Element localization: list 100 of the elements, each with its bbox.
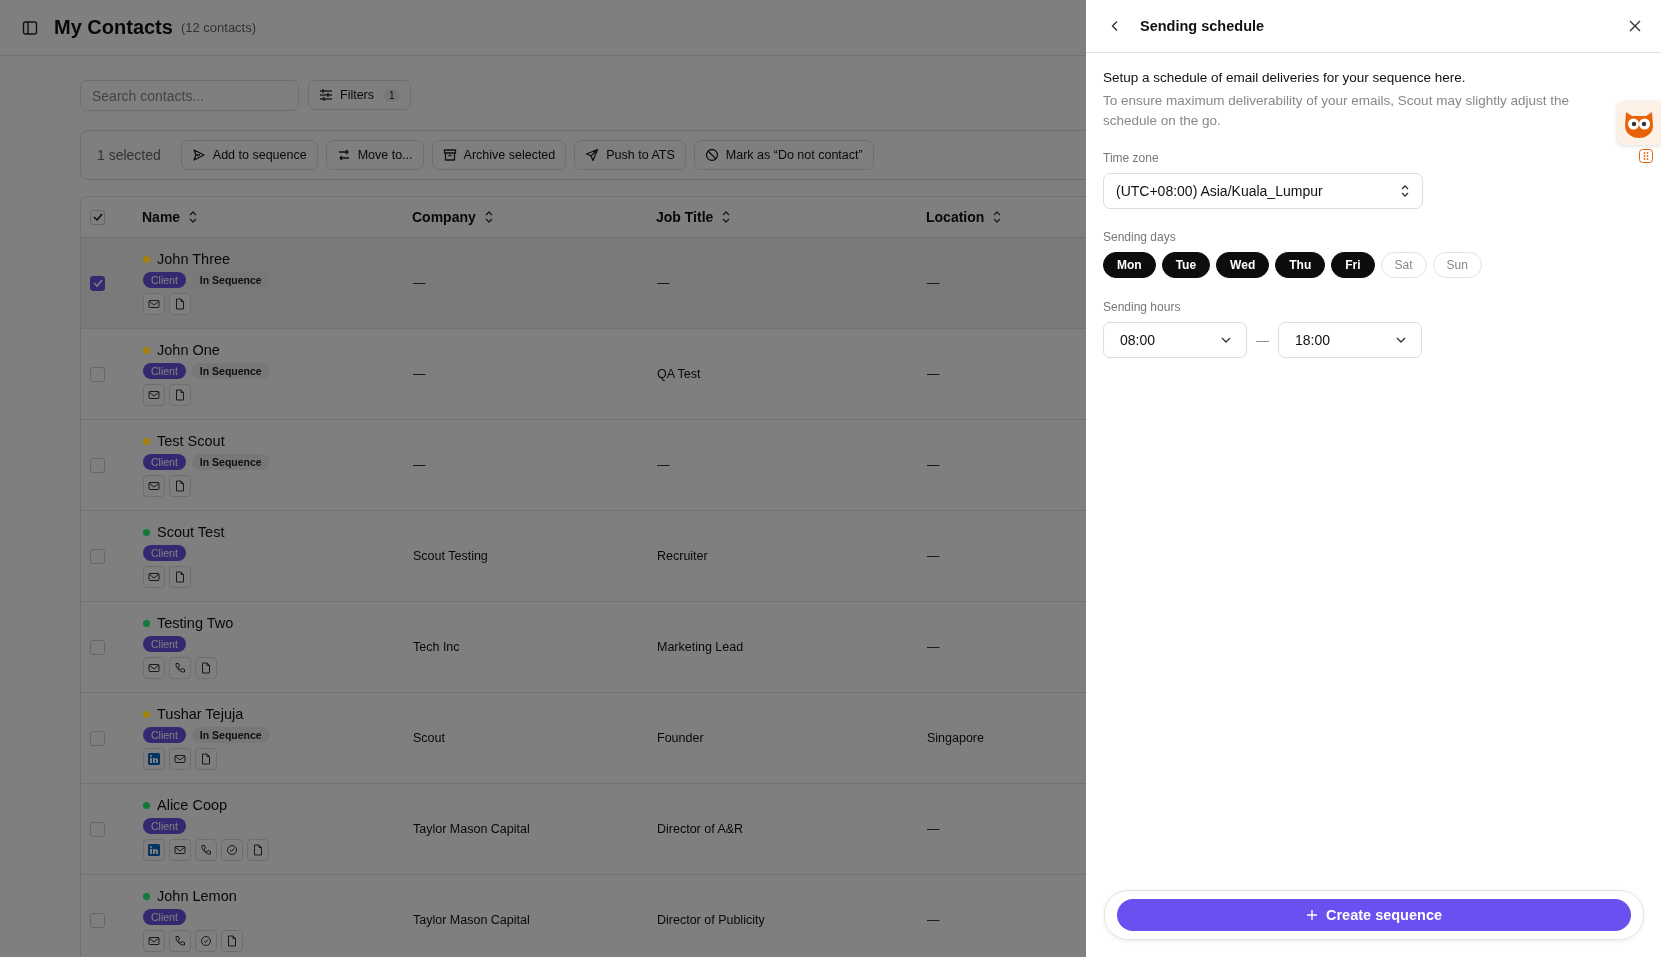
job-title-text: Recruiter [657,549,708,563]
client-tag: Client [143,636,186,652]
location-text: — [927,549,940,563]
contact-name[interactable]: Test Scout [157,433,225,449]
day-toggle[interactable]: Mon [1103,252,1156,278]
doc-icon[interactable] [169,384,191,406]
field-label: Sending days [1103,230,1177,244]
sequence-tag: In Sequence [191,363,270,379]
job-title-text: Marketing Lead [657,640,744,654]
verified-icon[interactable] [221,839,243,861]
row-checkbox[interactable] [90,275,105,291]
doc-icon[interactable] [169,475,191,497]
location-text: — [927,276,940,290]
email-icon[interactable] [143,566,165,588]
column-header[interactable]: Location [926,209,985,225]
job-title-text: — [657,276,670,290]
contact-name[interactable]: John Three [157,251,231,267]
contact-name[interactable]: John Lemon [157,888,237,904]
email-icon[interactable] [143,657,165,679]
sort-icon[interactable] [483,210,494,224]
day-toggle[interactable]: Tue [1161,252,1211,278]
range-separator: — [1256,332,1269,348]
sequence-tag: In Sequence [191,727,270,743]
page-title: My Contacts [54,16,173,39]
bulk-action-button[interactable]: Archive selected [431,140,567,170]
panel-title: Sending schedule [1140,18,1266,34]
sort-icon[interactable] [992,210,1003,224]
linkedin-icon[interactable] [143,748,165,770]
email-icon[interactable] [143,293,165,315]
linkedin-icon[interactable] [143,839,165,861]
selection-count: 1 selected [97,147,161,163]
contact-name[interactable]: Testing Two [157,615,234,631]
day-toggle[interactable]: Fri [1331,252,1375,278]
doc-icon[interactable] [195,748,217,770]
job-title-text: Director of Publicity [657,913,765,927]
company-text: — [413,276,426,290]
bulk-action-button[interactable]: Push to ATS [574,140,686,170]
location-text: — [927,367,940,381]
contact-name[interactable]: Alice Coop [157,797,228,813]
location-text: — [927,913,940,927]
day-toggle[interactable]: Thu [1275,252,1326,278]
company-text: Taylor Mason Capital [413,822,530,836]
sort-icon[interactable] [188,210,199,224]
doc-icon[interactable] [195,657,217,679]
create-sequence-button[interactable]: Create sequence [1117,899,1631,931]
select-all-checkbox[interactable] [90,209,105,225]
doc-icon[interactable] [169,566,191,588]
job-title-text: Director of A&R [657,822,744,836]
job-title-text: Founder [657,731,704,745]
chevron-up-down-icon [1400,184,1410,198]
email-icon[interactable] [143,930,165,952]
contact-count: (12 contacts) [180,20,257,35]
bulk-action-button[interactable]: Mark as “Do not contact” [693,140,874,170]
column-header[interactable]: Company [412,209,476,225]
phone-icon[interactable] [169,657,191,679]
sort-icon[interactable] [721,210,732,224]
close-icon[interactable] [1629,20,1641,32]
location-text: — [927,458,940,472]
company-text: Scout [413,731,445,745]
day-toggle[interactable]: Wed [1216,252,1270,278]
column-header[interactable]: Name [142,209,181,225]
field-label: Time zone [1103,151,1160,165]
bulk-action-button[interactable]: Move to... [325,140,424,170]
filters-button[interactable]: Filters 1 [308,80,411,110]
plus-icon [1305,909,1318,921]
phone-icon[interactable] [169,930,191,952]
sidebar-toggle-icon[interactable] [22,19,38,36]
doc-icon[interactable] [169,293,191,315]
company-text: Taylor Mason Capital [413,913,530,927]
end-time-select[interactable]: 18:00 [1278,322,1422,358]
archive-icon [442,148,457,162]
note-text: To ensure maximum deliverability of your emails, Scout may slightly adjust the schedule on the go. [1103,92,1570,130]
location-text: Singapore [927,731,984,745]
day-toggle[interactable]: Sat [1380,252,1427,278]
assistant-widget[interactable] [1617,101,1661,145]
email-icon[interactable] [143,384,165,406]
email-icon[interactable] [169,748,191,770]
contact-name[interactable]: Scout Test [157,524,225,540]
contact-name[interactable]: John One [157,342,220,358]
doc-icon[interactable] [221,930,243,952]
contact-name[interactable]: Tushar Tejuja [157,706,244,722]
job-title-text: — [657,458,670,472]
client-tag: Client [143,545,186,561]
company-text: Tech Inc [413,640,460,654]
column-header[interactable]: Job Title [656,209,714,225]
drag-handle-icon[interactable] [1639,149,1653,163]
verified-icon[interactable] [195,930,217,952]
client-tag: Client [143,272,186,288]
search-field[interactable]: Search contacts... [80,80,299,111]
time-zone-select[interactable]: (UTC+08:00) Asia/Kuala_Lumpur [1103,173,1423,209]
start-time-select[interactable]: 08:00 [1103,322,1247,358]
day-toggle[interactable]: Sun [1432,252,1482,278]
email-icon[interactable] [169,839,191,861]
doc-icon[interactable] [247,839,269,861]
company-text: Scout Testing [413,549,488,563]
client-tag: Client [143,909,186,925]
email-icon[interactable] [143,475,165,497]
bulk-action-button[interactable]: Add to sequence [180,140,318,170]
phone-icon[interactable] [195,839,217,861]
block-icon [704,148,719,162]
